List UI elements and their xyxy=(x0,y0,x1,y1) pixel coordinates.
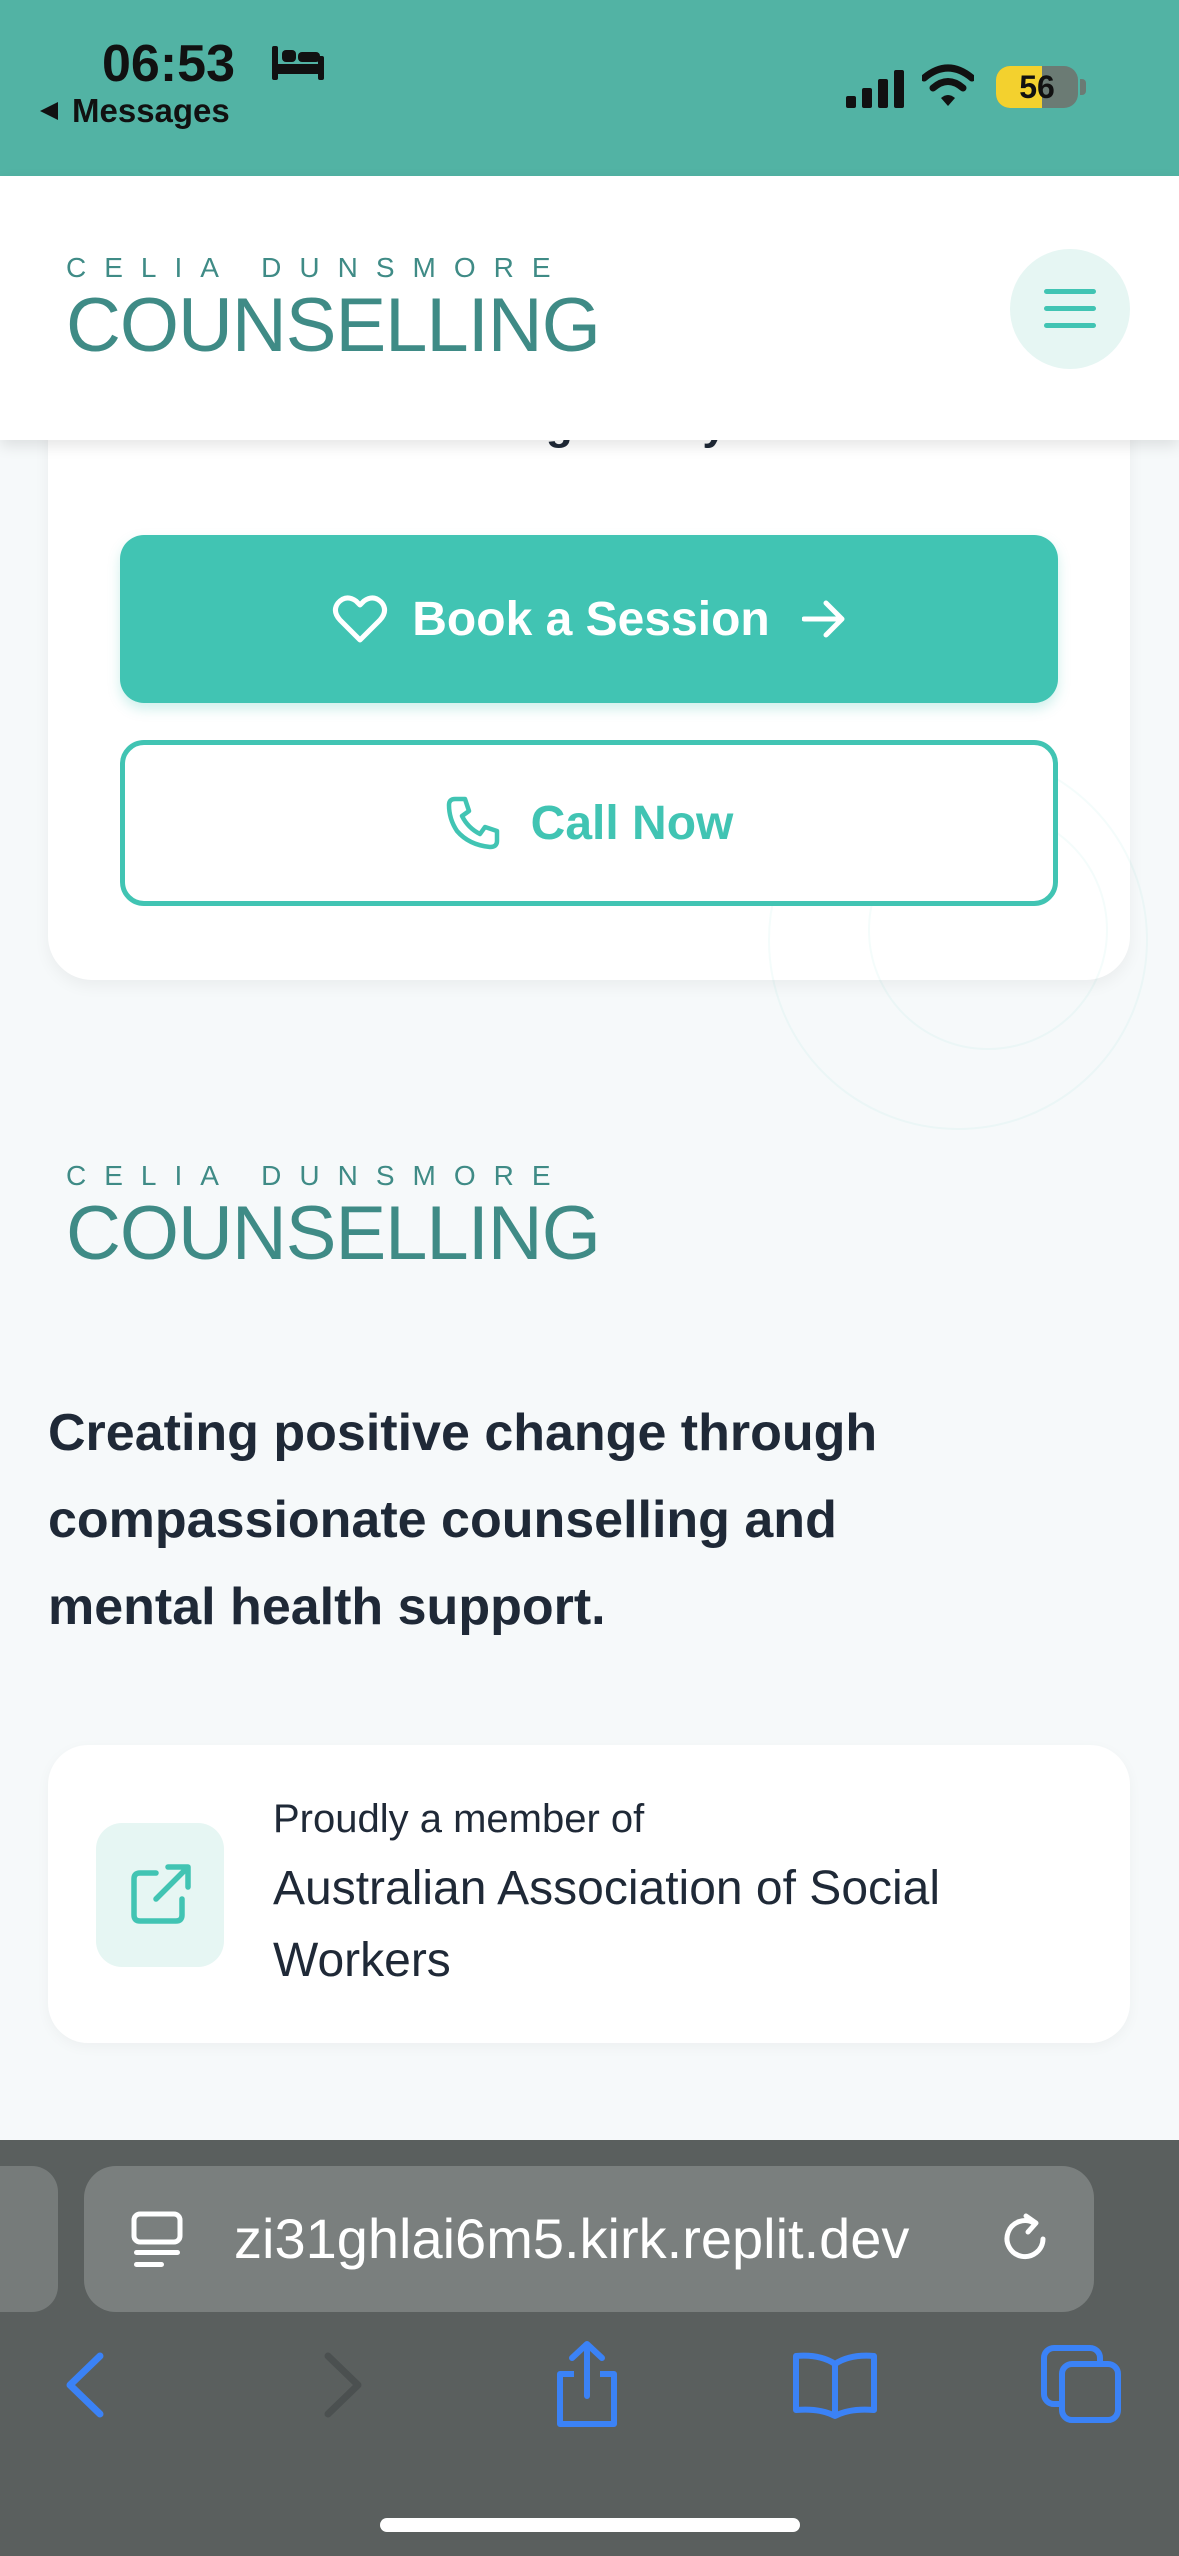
site-header: CELIA DUNSMORE COUNSELLING xyxy=(0,176,1179,440)
previous-tab-peek[interactable] xyxy=(0,2166,58,2312)
battery-icon: 56 xyxy=(996,66,1078,108)
arrow-right-icon xyxy=(801,600,845,638)
battery-level: 56 xyxy=(1019,69,1055,105)
hamburger-menu-icon xyxy=(1044,289,1096,328)
footer-logo[interactable]: CELIA DUNSMORE COUNSELLING xyxy=(66,1160,601,1276)
share-icon[interactable] xyxy=(552,2340,622,2430)
status-bar: 06:53 Messages 56 xyxy=(0,0,1179,176)
tagline-line: compassionate counselling and xyxy=(48,1491,837,1549)
forward-icon[interactable] xyxy=(318,2350,368,2420)
wifi-icon xyxy=(922,64,974,106)
status-time: 06:53 xyxy=(102,35,235,93)
book-session-button[interactable]: Book a Session xyxy=(120,535,1058,703)
external-link-button[interactable] xyxy=(96,1823,224,1967)
menu-button[interactable] xyxy=(1010,249,1130,369)
back-to-messages[interactable]: Messages xyxy=(38,92,230,130)
home-indicator[interactable] xyxy=(380,2518,800,2532)
member-label: Proudly a member of xyxy=(273,1797,645,1841)
logo-subtitle: CELIA DUNSMORE xyxy=(66,252,569,283)
bed-icon xyxy=(272,46,324,80)
tagline-line: Creating positive change through xyxy=(48,1404,878,1462)
member-organisation: Australian Association of Social Workers xyxy=(273,1862,941,1987)
logo-title: COUNSELLING xyxy=(66,283,601,368)
reload-icon[interactable] xyxy=(996,2210,1054,2268)
footer-tagline: Creating positive change through compass… xyxy=(48,1390,1048,1651)
tabs-icon[interactable] xyxy=(1040,2344,1122,2424)
logo-subtitle: CELIA DUNSMORE xyxy=(66,1160,569,1191)
external-link-icon xyxy=(131,1864,191,1924)
membership-card[interactable]: Proudly a member of Australian Associati… xyxy=(48,1745,1130,2043)
back-icon[interactable] xyxy=(60,2350,110,2420)
phone-icon xyxy=(446,796,499,850)
call-now-label: Call Now xyxy=(530,796,734,850)
url-text: zi31ghlai6m5.kirk.replit.dev xyxy=(234,2207,910,2270)
heart-icon xyxy=(333,595,388,643)
header-logo[interactable]: CELIA DUNSMORE COUNSELLING xyxy=(66,252,601,368)
tagline-line: mental health support. xyxy=(48,1578,606,1636)
bookmarks-icon[interactable] xyxy=(790,2350,880,2420)
page-menu-icon[interactable] xyxy=(130,2210,186,2270)
book-session-label: Book a Session xyxy=(412,592,770,646)
address-bar[interactable]: zi31ghlai6m5.kirk.replit.dev xyxy=(84,2166,1094,2312)
battery-nub xyxy=(1080,79,1086,95)
logo-title: COUNSELLING xyxy=(66,1191,601,1276)
back-app-label: Messages xyxy=(72,92,230,129)
signal-icon xyxy=(846,70,904,108)
call-now-button[interactable]: Call Now xyxy=(120,740,1058,906)
